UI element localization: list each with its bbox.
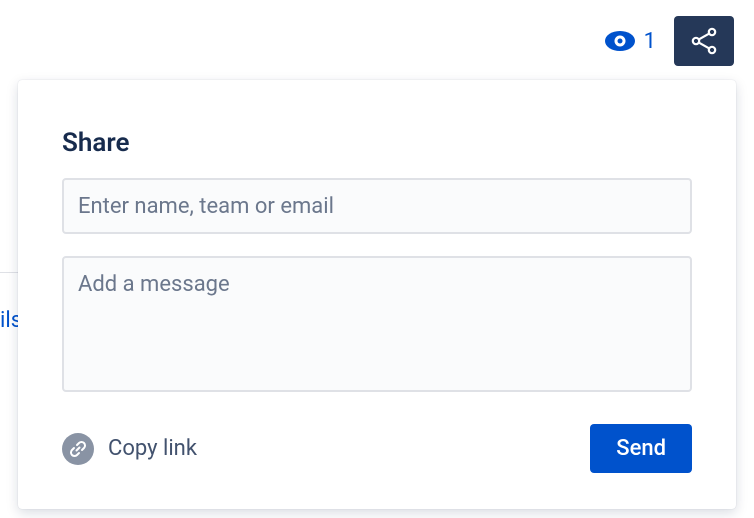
copy-link-label: Copy link: [108, 436, 197, 461]
background-divider: [0, 272, 18, 273]
eye-icon: [604, 30, 636, 52]
send-button[interactable]: Send: [590, 424, 692, 473]
share-popover: Share Copy link Send: [18, 80, 736, 509]
share-recipient-input[interactable]: [62, 178, 692, 234]
copy-link-button[interactable]: Copy link: [62, 433, 197, 465]
share-popover-title: Share: [62, 128, 692, 158]
share-popover-footer: Copy link Send: [62, 424, 692, 473]
watchers-button[interactable]: 1: [604, 29, 656, 54]
link-icon: [62, 433, 94, 465]
share-icon: [689, 26, 719, 56]
share-message-input[interactable]: [62, 256, 692, 392]
top-action-bar: 1: [604, 16, 734, 66]
watchers-count: 1: [644, 29, 656, 54]
share-button[interactable]: [674, 16, 734, 66]
